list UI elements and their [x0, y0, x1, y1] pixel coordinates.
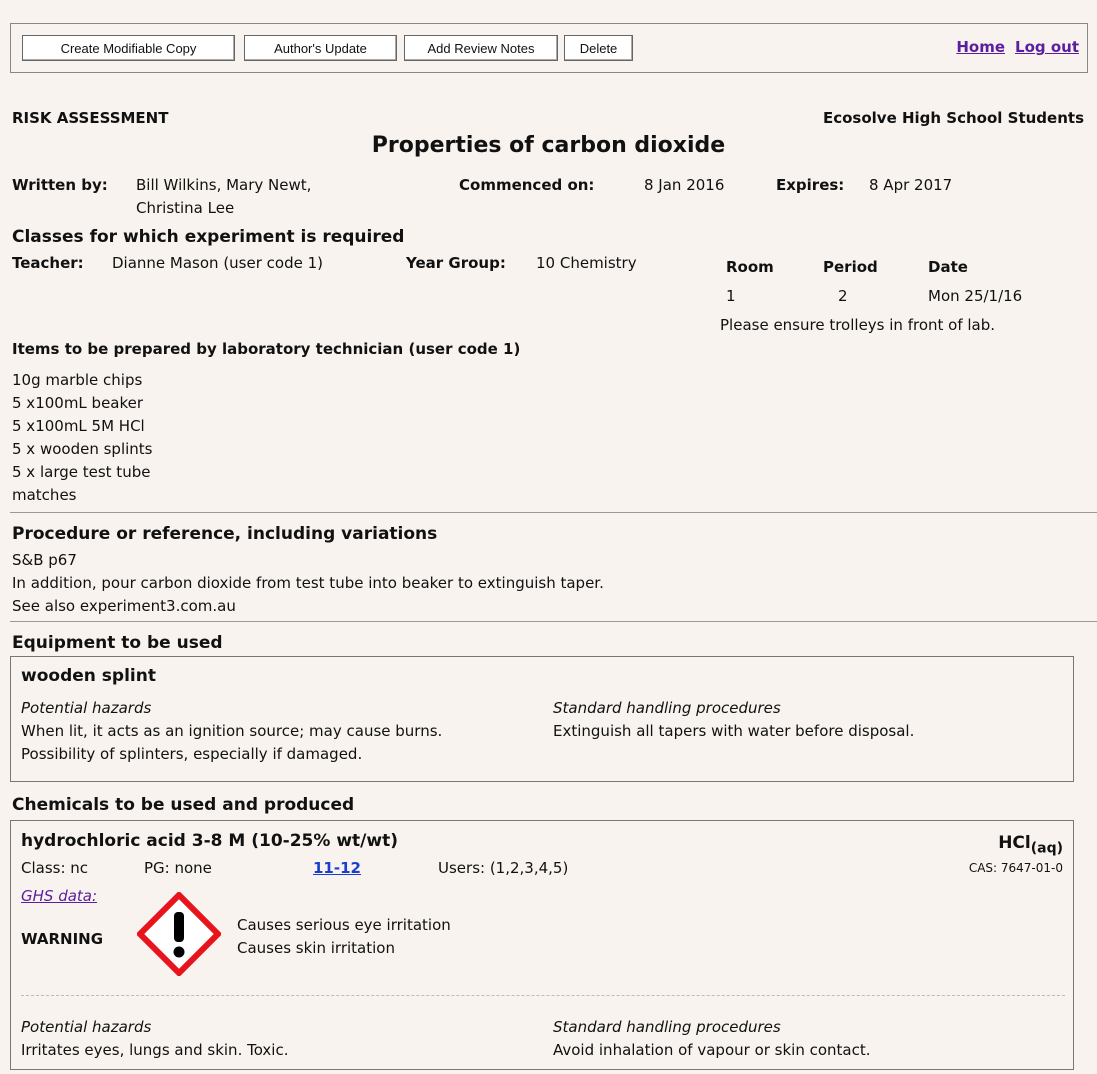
expires-value: 8 Apr 2017 — [869, 176, 953, 194]
signal-word: WARNING — [21, 930, 104, 948]
class-note: Please ensure trolleys in front of lab. — [720, 316, 996, 334]
org-name: Ecosolve High School Students — [822, 109, 1084, 127]
procedure-heading: Procedure or reference, including variat… — [12, 524, 438, 544]
teacher-value: Dianne Mason (user code 1) — [112, 254, 323, 272]
hazard-line: When lit, it acts as an ignition source;… — [21, 722, 443, 740]
chemical-class: Class: nc — [21, 859, 89, 877]
procedure-line: See also experiment3.com.au — [12, 597, 236, 615]
add-review-notes-button[interactable]: Add Review Notes — [404, 35, 558, 61]
divider — [21, 995, 1065, 996]
commenced-label: Commenced on: — [459, 176, 595, 194]
chemical-reference-link[interactable]: 11-12 — [313, 859, 361, 877]
cas-number: CAS: 7647-01-0 — [968, 861, 1063, 875]
ghs-statement: Causes serious eye irritation — [237, 916, 451, 934]
logout-link[interactable]: Log out — [1015, 38, 1079, 56]
authors-update-button[interactable]: Author's Update — [244, 35, 397, 61]
formula-main: HCl — [998, 833, 1031, 853]
divider — [10, 512, 1097, 513]
divider — [10, 621, 1097, 622]
formula-subscript: (aq) — [1030, 840, 1063, 857]
year-group-label: Year Group: — [406, 254, 506, 272]
chemical-users: Users: (1,2,3,4,5) — [438, 859, 569, 877]
period-header: Period — [823, 258, 878, 276]
ghs-data-link[interactable]: GHS data: — [21, 887, 97, 905]
chemical-card: hydrochloric acid 3-8 M (10-25% wt/wt) H… — [10, 820, 1074, 1070]
chemical-pg: PG: none — [144, 859, 212, 877]
list-item: 5 x100mL 5M HCl — [12, 417, 145, 435]
handling-line: Avoid inhalation of vapour or skin conta… — [553, 1041, 871, 1059]
exclamation-mark-icon — [135, 890, 223, 978]
handling-line: Extinguish all tapers with water before … — [553, 722, 915, 740]
ghs-statements: Causes serious eye irritation Causes ski… — [237, 914, 451, 960]
list-item: 5 x wooden splints — [12, 440, 153, 458]
chemical-formula: HCl(aq) — [998, 833, 1063, 856]
toolbar: Create Modifiable Copy Author's Update A… — [10, 23, 1088, 73]
chemicals-heading: Chemicals to be used and produced — [12, 795, 355, 815]
written-by-value: Bill Wilkins, Mary Newt, — [136, 176, 312, 194]
equipment-handling: Extinguish all tapers with water before … — [553, 720, 914, 743]
procedure-line: S&B p67 — [12, 551, 77, 569]
create-modifiable-copy-button[interactable]: Create Modifiable Copy — [22, 35, 235, 61]
chemical-hazards-label: Potential hazards — [21, 1018, 152, 1036]
classes-heading: Classes for which experiment is required — [12, 227, 405, 247]
nav-links: Home Log out — [946, 38, 1079, 56]
expires-label: Expires: — [776, 176, 845, 194]
equipment-name: wooden splint — [21, 666, 156, 686]
chemical-name: hydrochloric acid 3-8 M (10-25% wt/wt) — [21, 831, 398, 851]
chemical-hazards: Irritates eyes, lungs and skin. Toxic. — [21, 1039, 289, 1062]
teacher-label: Teacher: — [12, 254, 84, 272]
procedure-text: S&B p67 In addition, pour carbon dioxide… — [12, 549, 604, 618]
chemical-handling-label: Standard handling procedures — [553, 1018, 781, 1036]
year-group-value: 10 Chemistry — [536, 254, 637, 272]
period-value: 2 — [838, 287, 848, 305]
list-item: matches — [12, 486, 77, 504]
chemical-handling: Avoid inhalation of vapour or skin conta… — [553, 1039, 871, 1062]
room-header: Room — [726, 258, 774, 276]
ghs-statement: Causes skin irritation — [237, 939, 395, 957]
items-heading: Items to be prepared by laboratory techn… — [12, 340, 521, 358]
items-list: 10g marble chips 5 x100mL beaker 5 x100m… — [12, 369, 152, 507]
page-title: Properties of carbon dioxide — [371, 133, 726, 158]
equipment-hazards-label: Potential hazards — [21, 699, 152, 717]
written-by-value-cont: Christina Lee — [136, 199, 235, 217]
date-header: Date — [928, 258, 968, 276]
home-link[interactable]: Home — [956, 38, 1005, 56]
hazard-line: Irritates eyes, lungs and skin. Toxic. — [21, 1041, 289, 1059]
list-item: 5 x100mL beaker — [12, 394, 144, 412]
hazard-line: Possibility of splinters, especially if … — [21, 745, 363, 763]
date-value: Mon 25/1/16 — [928, 287, 1023, 305]
equipment-hazards: When lit, it acts as an ignition source;… — [21, 720, 442, 766]
list-item: 5 x large test tube — [12, 463, 151, 481]
written-by-label: Written by: — [12, 176, 108, 194]
equipment-handling-label: Standard handling procedures — [553, 699, 781, 717]
commenced-value: 8 Jan 2016 — [644, 176, 725, 194]
equipment-card: wooden splint Potential hazards When lit… — [10, 656, 1074, 782]
list-item: 10g marble chips — [12, 371, 143, 389]
procedure-line: In addition, pour carbon dioxide from te… — [12, 574, 604, 592]
room-value: 1 — [726, 287, 736, 305]
equipment-heading: Equipment to be used — [12, 633, 223, 653]
doc-type-label: RISK ASSESSMENT — [12, 109, 169, 127]
delete-button[interactable]: Delete — [564, 35, 633, 61]
